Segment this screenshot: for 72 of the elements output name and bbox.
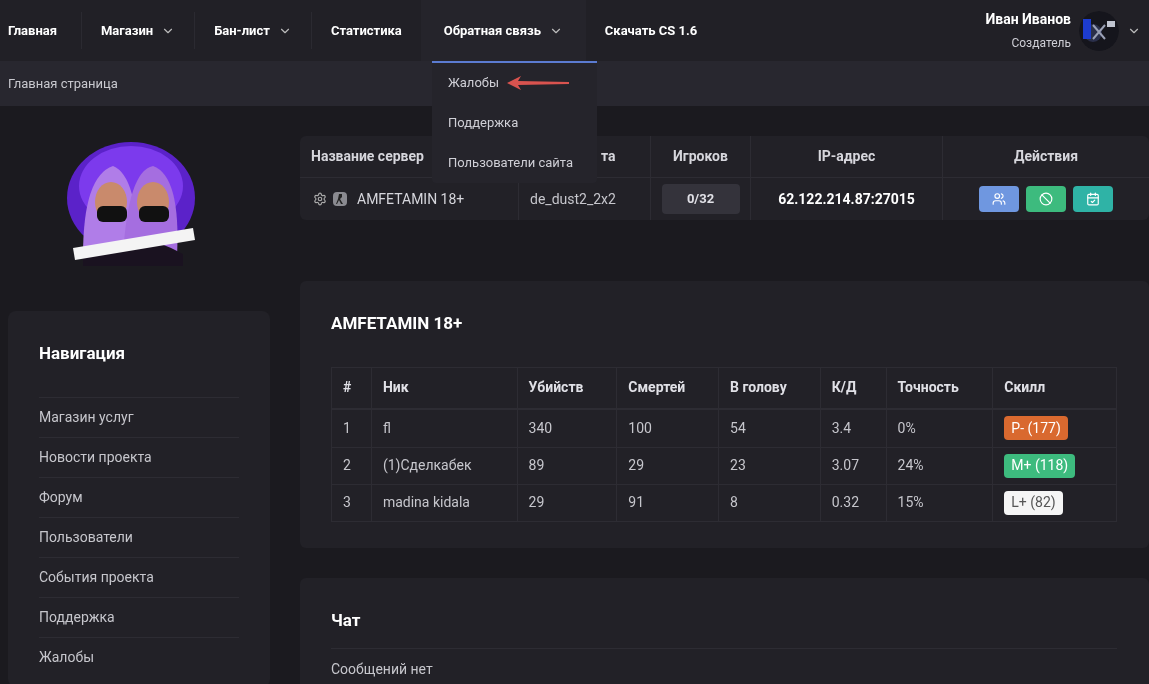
players-button[interactable] xyxy=(979,186,1019,212)
server-name: AMFETAMIN 18+ xyxy=(357,189,465,209)
nav-item[interactable]: Бан-лист xyxy=(195,0,311,61)
skill-badge: M+ (118) xyxy=(1004,453,1076,478)
card-title: AMFETAMIN 18+ xyxy=(331,312,464,335)
table-cell-text: 0% xyxy=(897,418,916,438)
nav-item[interactable]: Статистика xyxy=(311,0,421,61)
table-cell-text: 0.32 xyxy=(831,493,860,512)
ban-button[interactable] xyxy=(1026,186,1066,212)
table-cell-text: 91 xyxy=(628,493,645,512)
skill-badge: P- (177) xyxy=(1004,416,1068,440)
table-cell-text: 1 xyxy=(343,418,351,438)
column-header: К/Д xyxy=(831,378,857,397)
table-cell-text: madina kidala xyxy=(382,493,470,512)
table-cell-text: fl xyxy=(382,418,391,438)
game-icon xyxy=(333,192,347,206)
sidebar-item[interactable]: Поддержка xyxy=(39,606,115,628)
column-header: Скилл xyxy=(1004,378,1046,397)
sidebar-item[interactable]: Магазин услуг xyxy=(39,406,134,428)
card-title: Навигация xyxy=(39,342,127,365)
user-name: Иван Иванов xyxy=(985,10,1071,29)
table-cell-text: 54 xyxy=(730,418,746,438)
ip-address: 62.122.214.87:27015 xyxy=(778,189,915,209)
table-cell-text: 15% xyxy=(897,493,924,512)
table-cell-text: (1)Сделкабек xyxy=(382,456,472,475)
column-header: Точность xyxy=(897,378,959,397)
column-header: # xyxy=(343,378,352,397)
table-cell-text: 89 xyxy=(528,456,545,475)
nav-item[interactable]: Магазин xyxy=(82,0,195,61)
sidebar-item[interactable]: События проекта xyxy=(39,566,154,588)
table-cell-text: 3.4 xyxy=(831,418,852,438)
empty-message: Сообщений нет xyxy=(331,661,433,677)
column-header: Действия xyxy=(1013,147,1078,166)
nav-item[interactable]: Обратная связь xyxy=(420,0,586,61)
table-cell-text: 3.07 xyxy=(831,456,860,475)
sidebar-item[interactable]: Жалобы xyxy=(39,646,94,668)
user-role: Создатель xyxy=(1011,35,1071,52)
column-header: Название сервер xyxy=(311,147,424,166)
table-cell-text: 29 xyxy=(628,456,645,475)
card-title: Чат xyxy=(331,609,362,632)
map-name: de_dust2_2x2 xyxy=(530,189,616,209)
menu-item[interactable]: Жалобы xyxy=(448,73,500,93)
table-cell-text: 23 xyxy=(730,456,746,475)
calendar-button[interactable] xyxy=(1073,186,1113,212)
ban-icon xyxy=(1039,192,1053,206)
menu-item[interactable]: Поддержка xyxy=(448,113,519,133)
column-header: IP-адрес xyxy=(817,147,876,166)
sidebar-item[interactable]: Пользователи xyxy=(39,526,133,548)
skill-badge: L+ (82) xyxy=(1004,490,1063,515)
calendar-check-icon xyxy=(1086,192,1100,206)
menu-item[interactable]: Пользователи сайта xyxy=(448,153,574,173)
column-header: Убийств xyxy=(528,378,584,397)
table-cell-text: 24% xyxy=(897,456,924,475)
nav-item[interactable]: Скачать CS 1.6 xyxy=(585,0,717,61)
table-cell-text: 8 xyxy=(730,493,738,512)
column-header: Игроков xyxy=(673,147,728,166)
sidebar-item[interactable]: Форум xyxy=(39,486,83,508)
table-cell-text: 340 xyxy=(528,418,553,438)
users-icon xyxy=(992,192,1006,206)
table-cell-text: 100 xyxy=(628,418,652,438)
table-cell-text: 29 xyxy=(528,493,545,512)
column-header: Ник xyxy=(382,378,409,397)
players-count: 0/32 xyxy=(661,184,740,214)
column-header: та xyxy=(601,147,616,166)
breadcrumb: Главная страница xyxy=(8,74,118,93)
settings-icon[interactable] xyxy=(313,192,327,206)
table-cell-text: 3 xyxy=(343,493,351,512)
sidebar-item[interactable]: Новости проекта xyxy=(39,446,152,468)
column-header: В голову xyxy=(730,378,787,397)
column-header: Смертей xyxy=(628,378,686,397)
table-cell-text: 2 xyxy=(343,456,351,475)
nav-item[interactable]: Главная xyxy=(0,0,81,61)
